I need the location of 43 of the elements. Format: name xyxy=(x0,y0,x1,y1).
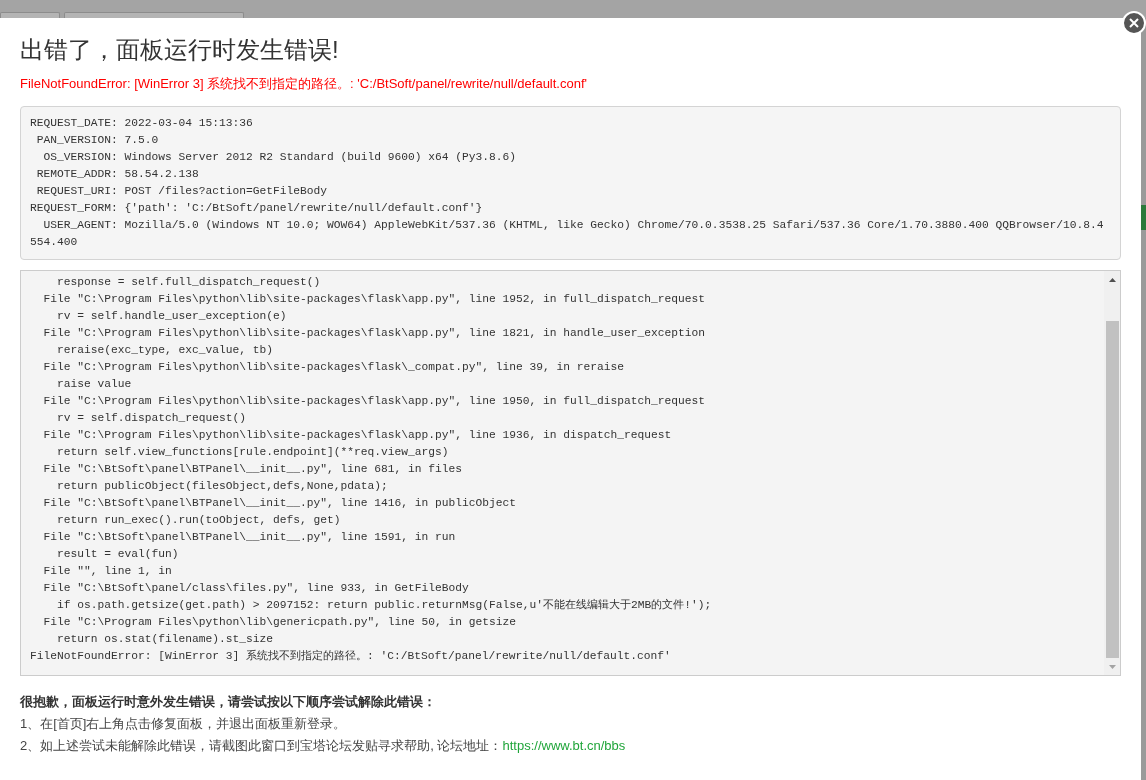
traceback-line: rv = self.handle_user_exception(e) xyxy=(56,309,288,324)
traceback-line: rv = self.dispatch_request() xyxy=(56,411,248,426)
help-heading: 很抱歉，面板运行时意外发生错误，请尝试按以下顺序尝试解除此错误： xyxy=(20,693,437,711)
traceback-line: File "C:\BtSoft\panel/class\files.py", line 933, in GetFileBody xyxy=(42,581,470,596)
traceback-line: File "", line 1, in xyxy=(42,564,173,579)
traceback-line: reraise(exc_type, exc_value, tb) xyxy=(56,343,275,358)
request-info-line: USER_AGENT: Mozilla/5.0 (Windows NT 10.0; WOW64) AppleWebKit/537.36 (KHTML, like Gecko) Chrome/70.0.3538.25 Safari/537.36 Core/1.70.3880.400 QQBrowser/10.8.4554.400 xyxy=(30,218,1105,250)
dialog-title: 出错了，面板运行时发生错误! xyxy=(20,35,340,65)
traceback-line: return run_exec().run(toObject, defs, get) xyxy=(56,513,342,528)
error-message: FileNotFoundError: [WinError 3] 系统找不到指定的路径。: 'C:/BtSoft/panel/rewrite/null/default.conf' xyxy=(20,75,589,93)
traceback-line: File "C:\BtSoft\panel\BTPanel\__init__.py", line 1416, in publicObject xyxy=(42,496,518,511)
traceback-line: return self.view_functions[rule.endpoint](**req.view_args) xyxy=(56,445,450,460)
traceback-line: File "C:\BtSoft\panel\BTPanel\__init__.py", line 681, in files xyxy=(42,462,464,477)
traceback-line: FileNotFoundError: [WinError 3] 系统找不到指定的路径。: 'C:/BtSoft/panel/rewrite/null/default.conf' xyxy=(30,649,672,664)
close-button[interactable] xyxy=(1122,11,1146,35)
request-info-line: REQUEST_FORM: {'path': 'C:/BtSoft/panel/rewrite/null/default.conf'} xyxy=(30,201,484,216)
traceback-line: File "C:\Program Files\python\lib\site-packages\flask\app.py", line 1821, in handle_user_exception xyxy=(42,326,707,341)
traceback-line: File "C:\Program Files\python\lib\genericpath.py", line 50, in getsize xyxy=(42,615,518,630)
background-shape xyxy=(0,12,60,18)
request-info-line: REQUEST_URI: POST /files?action=GetFileBody xyxy=(35,184,329,199)
traceback-line: File "C:\Program Files\python\lib\site-packages\flask\app.py", line 1936, in dispatch_request xyxy=(42,428,673,443)
traceback-line: raise value xyxy=(56,377,133,392)
help-step: 1、在[首页]右上角点击修复面板，并退出面板重新登录。 xyxy=(20,713,1121,735)
traceback-line: File "C:\Program Files\python\lib\site-packages\flask\_compat.py", line 39, in reraise xyxy=(42,360,626,375)
scroll-down-arrow-icon[interactable] xyxy=(1108,664,1116,669)
scrollbar-track[interactable] xyxy=(1104,271,1120,675)
traceback-line: return os.stat(filename).st_size xyxy=(56,632,275,647)
request-info-line: REMOTE_ADDR: 58.54.2.138 xyxy=(35,167,200,182)
traceback-line: File "C:\Program Files\python\lib\site-packages\flask\app.py", line 1952, in full_dispatch_request xyxy=(42,292,707,307)
scroll-up-arrow-icon[interactable] xyxy=(1108,277,1116,282)
traceback-line: if os.path.getsize(get.path) > 2097152: return public.returnMsg(False,u'不能在线编辑大于2MB的文件!'); xyxy=(56,598,713,613)
close-icon xyxy=(1129,18,1139,28)
forum-link[interactable]: https://www.bt.cn/bbs xyxy=(502,738,626,753)
scrollbar-thumb[interactable] xyxy=(1105,321,1119,658)
request-info-line: PAN_VERSION: 7.5.0 xyxy=(35,133,160,148)
request-info-line: REQUEST_DATE: 2022-03-04 15:13:36 xyxy=(30,116,254,131)
traceback-line: File "C:\Program Files\python\lib\site-packages\flask\app.py", line 1950, in full_dispatch_request xyxy=(42,394,707,409)
traceback-line: response = self.full_dispatch_request() xyxy=(56,275,322,290)
request-info-line: OS_VERSION: Windows Server 2012 R2 Standard (build 9600) x64 (Py3.8.6) xyxy=(42,150,518,165)
traceback-line: return publicObject(filesObject,defs,None,pdata); xyxy=(56,479,389,494)
traceback-line: File "C:\BtSoft\panel\BTPanel\__init__.py", line 1591, in run xyxy=(42,530,457,545)
traceback-line: result = eval(fun) xyxy=(56,547,180,562)
help-step: 2、如上述尝试未能解除此错误，请截图此窗口到宝塔论坛发贴寻求帮助, 论坛地址：https://www.bt.cn/bbs xyxy=(20,735,1121,757)
